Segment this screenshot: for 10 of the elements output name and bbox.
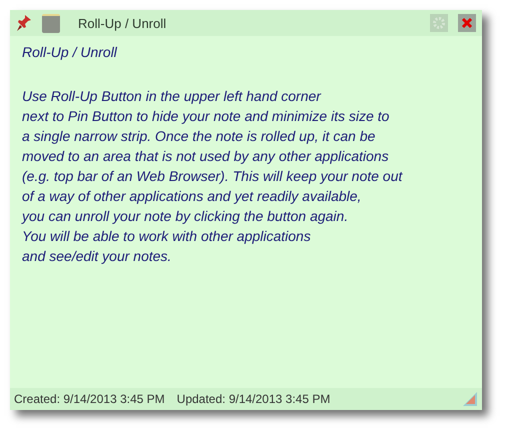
note-heading: Roll-Up / Unroll xyxy=(22,43,118,62)
window-title: Roll-Up / Unroll xyxy=(78,16,166,30)
created-date: Created: 9/14/2013 3:45 PM xyxy=(14,392,165,406)
roll-up-button[interactable] xyxy=(42,14,60,32)
settings-icon[interactable] xyxy=(430,14,448,32)
note-text: Use Roll-Up Button in the upper left hand corner next to Pin Button to hide your note and minimize its size to a single narrow strip. Once the note is rolled up, it can be moved to an area that is not used by any other applications (e.g. top bar of an Web Browser). This will keep your note out of a way of other applications and yet readily available, you can unroll your note by clicking the button again. You will be able to work with other applications and see/edit your notes. xyxy=(22,87,404,266)
close-icon[interactable] xyxy=(458,14,476,32)
pushpin-icon[interactable] xyxy=(16,14,32,32)
resize-grip-icon[interactable] xyxy=(462,391,478,407)
updated-date: Updated: 9/14/2013 3:45 PM xyxy=(176,392,330,406)
